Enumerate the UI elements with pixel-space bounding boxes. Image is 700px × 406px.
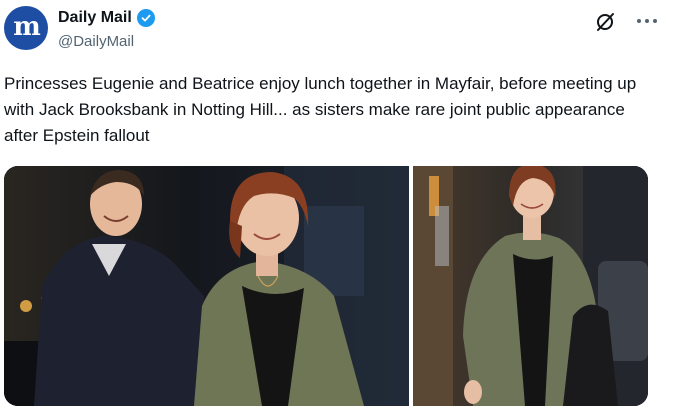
post-card[interactable]: m Daily Mail @DailyMail Princesses Eugen… (0, 0, 664, 406)
author-handle[interactable]: @DailyMail (58, 33, 134, 50)
page-right-margin (664, 0, 700, 400)
author-name-row: Daily Mail (58, 9, 155, 27)
grok-icon[interactable] (592, 9, 618, 35)
photo-right[interactable] (413, 166, 648, 406)
more-options-icon[interactable] (634, 8, 660, 34)
photo-left[interactable] (4, 166, 409, 406)
author-display-name[interactable]: Daily Mail (58, 9, 132, 27)
verified-badge-icon (136, 9, 155, 27)
media-grid (4, 166, 648, 406)
post-text: Princesses Eugenie and Beatrice enjoy lu… (4, 74, 637, 145)
avatar-logo: m (13, 12, 40, 42)
avatar[interactable]: m (4, 6, 48, 50)
